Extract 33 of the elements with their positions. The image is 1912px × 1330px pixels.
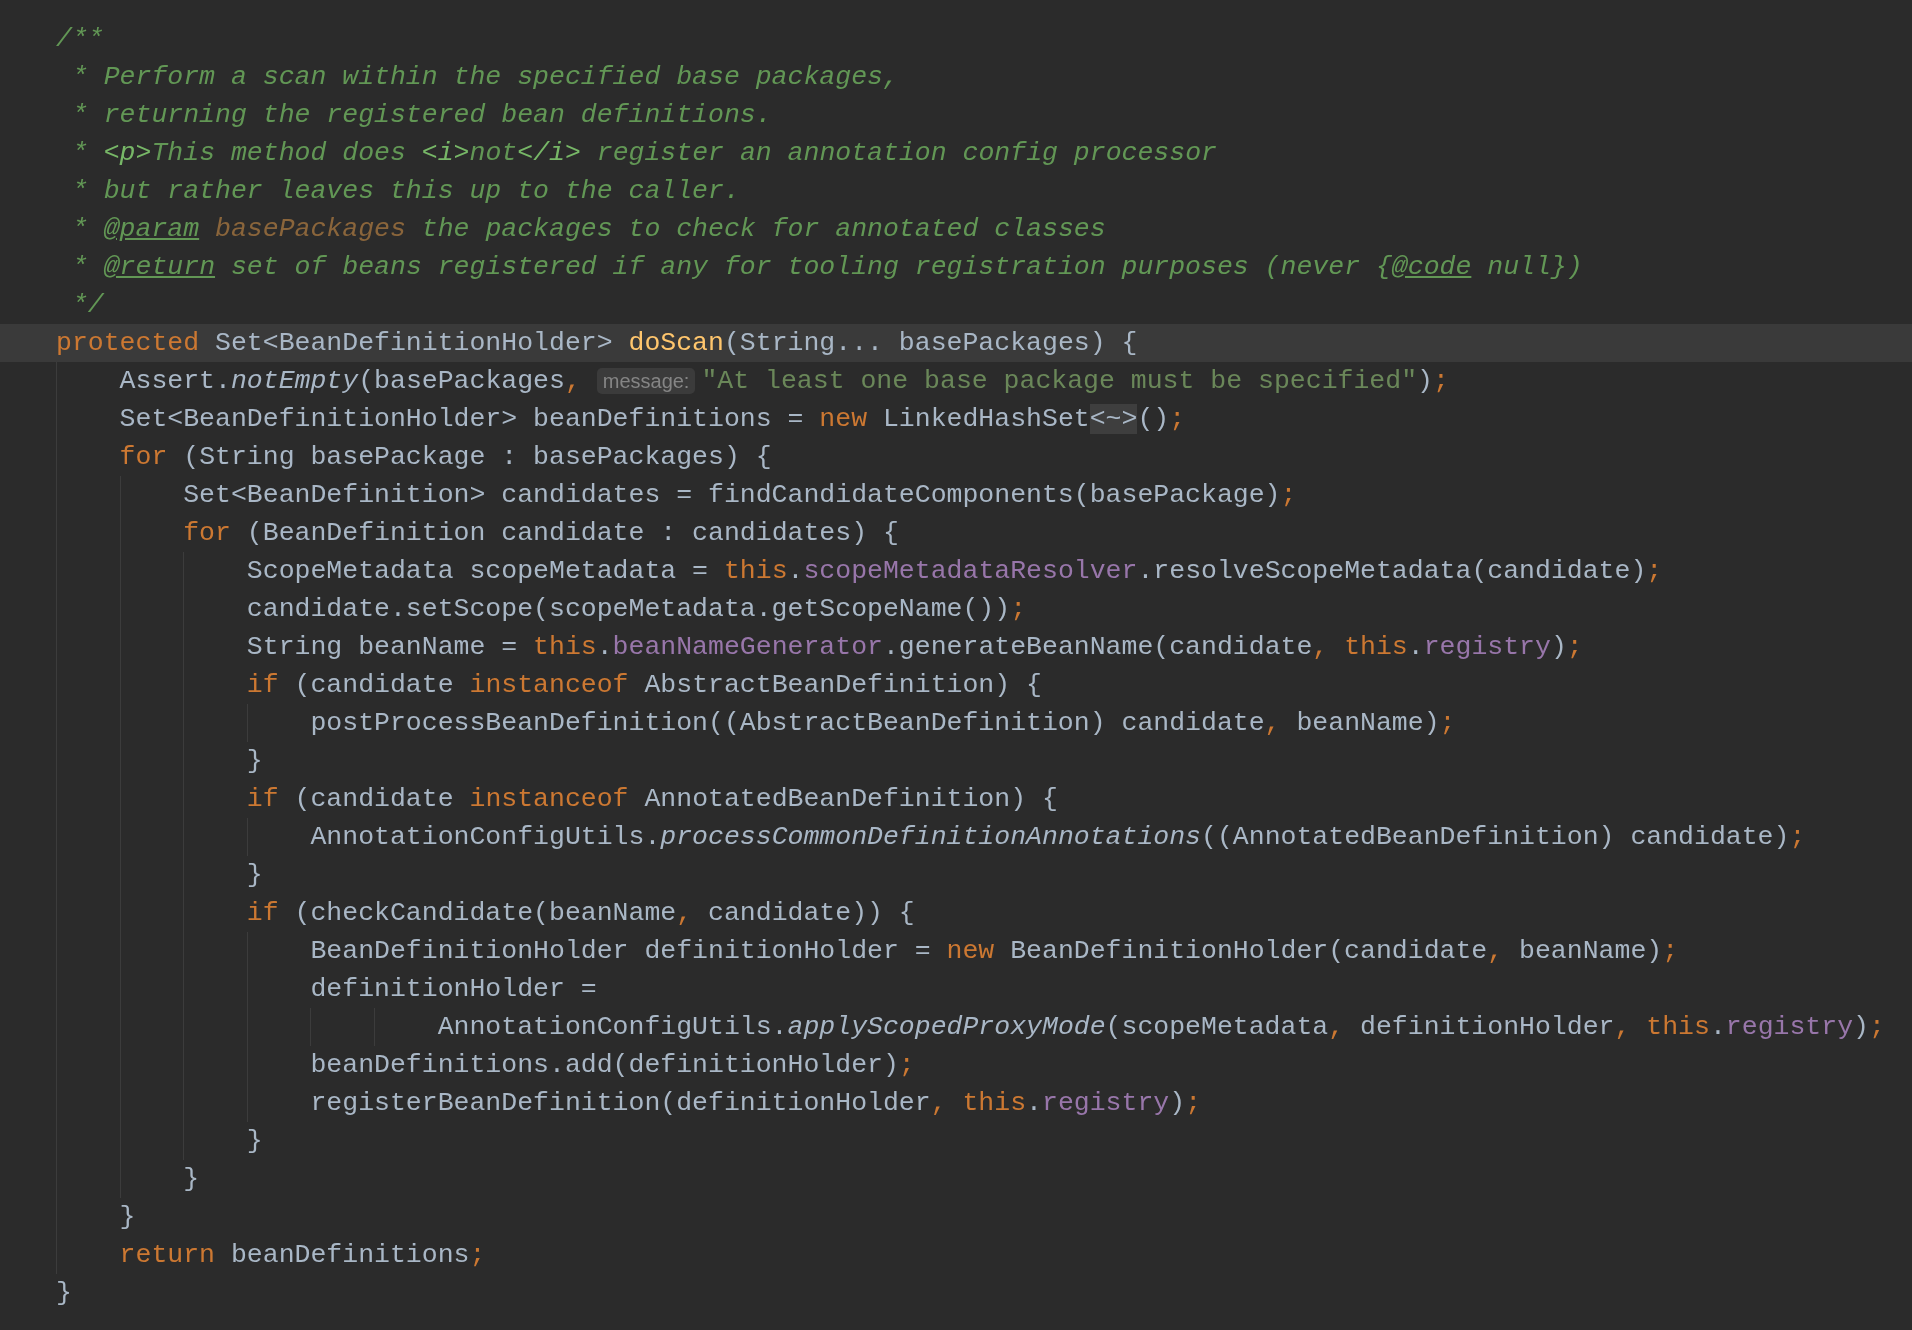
code-line: }	[55, 1277, 73, 1310]
code-line: * but rather leaves this up to the caller.	[70, 175, 741, 208]
code-line: AnnotationConfigUtils.applyScopedProxyMode(scopeMetadata, definitionHolder, this.registry);	[436, 1011, 1886, 1044]
code-line: for (BeanDefinition candidate : candidates) {	[182, 517, 900, 550]
code-line: }	[182, 1163, 201, 1196]
code-line: Set<BeanDefinitionHolder> beanDefinitions = new LinkedHashSet<~>();	[118, 403, 1187, 436]
code-line: * @return set of beans registered if any for tooling registration purposes (never {@code null})	[70, 251, 1584, 284]
code-line: BeanDefinitionHolder definitionHolder = new BeanDefinitionHolder(candidate, beanName);	[309, 935, 1680, 968]
code-line: String beanName = this.beanNameGenerator.generateBeanName(candidate, this.registry);	[245, 631, 1584, 664]
code-line: return beanDefinitions;	[118, 1239, 487, 1272]
code-line: if (candidate instanceof AbstractBeanDefinition) {	[245, 669, 1043, 702]
code-line: candidate.setScope(scopeMetadata.getScopeName());	[245, 593, 1028, 626]
code-line: }	[245, 859, 264, 892]
code-line: Set<BeanDefinition> candidates = findCandidateComponents(basePackage);	[182, 479, 1298, 512]
code-line: ScopeMetadata scopeMetadata = this.scopeMetadataResolver.resolveScopeMetadata(candidate);	[245, 555, 1664, 588]
code-line: beanDefinitions.add(definitionHolder);	[309, 1049, 916, 1082]
code-line: * returning the registered bean definitions.	[70, 99, 773, 132]
code-line: definitionHolder =	[309, 973, 598, 1006]
code-line: registerBeanDefinition(definitionHolder, this.registry);	[309, 1087, 1203, 1120]
code-line: AnnotationConfigUtils.processCommonDefinitionAnnotations((AnnotatedBeanDefinition) candidate);	[309, 821, 1807, 854]
code-line: * <p>This method does <i>not</i> register an annotation config processor	[70, 137, 1218, 170]
code-line: * @param basePackages the packages to check for annotated classes	[70, 213, 1107, 246]
code-line: if (candidate instanceof AnnotatedBeanDefinition) {	[245, 783, 1059, 816]
code-line: for (String basePackage : basePackages) {	[118, 441, 773, 474]
code-line: /**	[55, 23, 105, 56]
code-line: }	[118, 1201, 137, 1234]
code-line: Assert.notEmpty(basePackages, message: "At least one base package must be specified");	[118, 365, 1450, 398]
code-line: }	[245, 1125, 264, 1158]
code-line: */	[70, 289, 106, 322]
code-line: }	[245, 745, 264, 778]
code-line: if (checkCandidate(beanName, candidate)) {	[245, 897, 916, 930]
code-line: * Perform a scan within the specified base packages,	[70, 61, 900, 94]
code-line: postProcessBeanDefinition((AbstractBeanDefinition) candidate, beanName);	[309, 707, 1457, 740]
